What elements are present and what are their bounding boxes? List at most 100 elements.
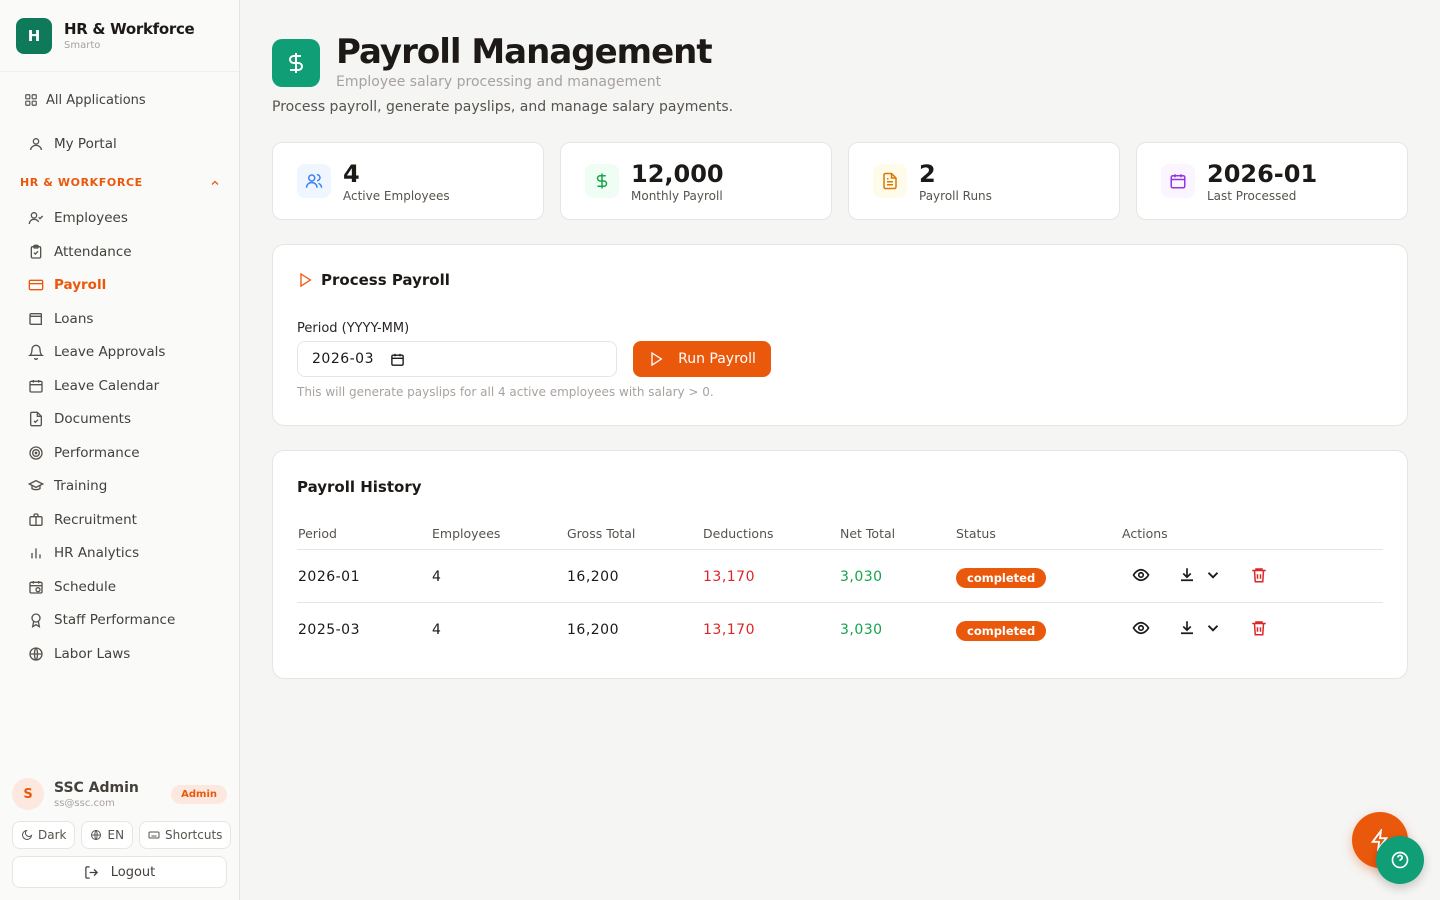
run-payroll-button[interactable]: Run Payroll xyxy=(633,341,771,377)
logout-icon xyxy=(84,865,98,879)
sidebar-item-leave-approvals[interactable]: Leave Approvals xyxy=(20,338,227,366)
globe-icon xyxy=(91,830,102,840)
dark-label: Dark xyxy=(38,828,67,842)
user-name: SSC Admin xyxy=(54,779,139,796)
sidebar-item-label: Documents xyxy=(54,411,131,427)
stat-card-active-employees: 4 Active Employees xyxy=(272,142,544,220)
sidebar-item-attendance[interactable]: Attendance xyxy=(20,238,227,266)
sidebar-item-performance[interactable]: Performance xyxy=(20,439,227,467)
stat-card-payroll-runs: 2 Payroll Runs xyxy=(848,142,1120,220)
stat-label: Active Employees xyxy=(343,188,450,203)
period-label: Period (YYYY-MM) xyxy=(297,321,410,336)
table-row: 2026-01 4 16,200 13,170 3,030 completed xyxy=(297,550,1383,603)
sidebar-item-employees[interactable]: Employees xyxy=(20,204,227,232)
download-icon[interactable] xyxy=(1178,566,1196,584)
chevron-down-icon[interactable] xyxy=(1204,566,1222,584)
sidebar-item-training[interactable]: Training xyxy=(20,472,227,500)
play-icon xyxy=(651,351,663,367)
keyboard-icon xyxy=(148,831,160,839)
language-toggle[interactable]: EN xyxy=(81,821,134,849)
process-payroll-title: Process Payroll xyxy=(297,271,450,289)
eye-icon[interactable] xyxy=(1132,619,1150,637)
sidebar-item-label: Loans xyxy=(54,311,94,327)
sidebar-item-staff-performance[interactable]: Staff Performance xyxy=(20,606,227,634)
sidebar-item-label: My Portal xyxy=(54,136,117,152)
cell-net-total: 3,030 xyxy=(840,622,883,638)
column-header-period[interactable]: Period xyxy=(298,526,337,541)
column-header-employees[interactable]: Employees xyxy=(432,526,500,541)
sidebar-item-payroll[interactable]: Payroll xyxy=(20,271,227,299)
column-header-net-total[interactable]: Net Total xyxy=(840,526,895,541)
stats-row: 4 Active Employees 12,000 Monthly Payrol… xyxy=(272,142,1408,220)
sidebar-item-schedule[interactable]: Schedule xyxy=(20,573,227,601)
stat-value: 2 xyxy=(919,159,936,188)
language-label: EN xyxy=(107,828,125,842)
page-header: Payroll Management Employee salary proce… xyxy=(272,32,713,90)
cell-gross-total: 16,200 xyxy=(567,622,619,638)
calendar-icon[interactable] xyxy=(390,352,405,367)
period-input[interactable]: 2026-03 xyxy=(297,341,617,377)
sidebar-item-hr-analytics[interactable]: HR Analytics xyxy=(20,539,227,567)
grid-icon xyxy=(25,94,37,106)
sidebar: H HR & Workforce Smarto All Applications… xyxy=(0,0,240,900)
logout-button[interactable]: Logout xyxy=(12,856,227,888)
sidebar-item-label: Training xyxy=(54,478,108,494)
moon-icon xyxy=(22,829,33,840)
download-icon[interactable] xyxy=(1178,619,1196,637)
sidebar-item-leave-calendar[interactable]: Leave Calendar xyxy=(20,372,227,400)
eye-icon[interactable] xyxy=(1132,566,1150,584)
chevron-up-icon xyxy=(211,180,219,185)
dollar-icon xyxy=(272,39,320,87)
column-header-gross-total[interactable]: Gross Total xyxy=(567,526,635,541)
sidebar-item-my-portal[interactable]: My Portal xyxy=(20,130,227,158)
sidebar-item-label: Schedule xyxy=(54,579,117,595)
user-profile[interactable]: S SSC Admin ss@ssc.com Admin xyxy=(12,776,227,812)
sidebar-item-documents[interactable]: Documents xyxy=(20,405,227,433)
help-button[interactable] xyxy=(1376,836,1424,884)
cell-period: 2026-01 xyxy=(298,569,360,585)
brand-header[interactable]: H HR & Workforce Smarto xyxy=(0,0,239,72)
status-badge: completed xyxy=(956,568,1047,588)
page-description: Process payroll, generate payslips, and … xyxy=(272,99,734,115)
stat-label: Payroll Runs xyxy=(919,188,992,203)
all-applications-link[interactable]: All Applications xyxy=(16,88,227,112)
payroll-history-card: Payroll History Period Employees Gross T… xyxy=(272,450,1408,679)
trash-icon[interactable] xyxy=(1250,566,1268,584)
payroll-history-title: Payroll History xyxy=(297,478,422,496)
sidebar-item-labor-laws[interactable]: Labor Laws xyxy=(20,640,227,668)
sidebar-item-recruitment[interactable]: Recruitment xyxy=(20,506,227,534)
main-content: Payroll Management Employee salary proce… xyxy=(240,0,1440,900)
shortcuts-button[interactable]: Shortcuts xyxy=(139,821,232,849)
sidebar-item-label: HR Analytics xyxy=(54,545,140,561)
stat-card-monthly-payroll: 12,000 Monthly Payroll xyxy=(560,142,832,220)
trash-icon[interactable] xyxy=(1250,619,1268,637)
dollar-icon xyxy=(585,164,619,198)
card-title-label: Process Payroll xyxy=(321,271,450,289)
cell-deductions: 13,170 xyxy=(703,622,755,638)
column-header-status[interactable]: Status xyxy=(956,526,996,541)
sidebar-item-label: Staff Performance xyxy=(54,612,176,628)
wallet-icon xyxy=(29,313,42,325)
target-icon xyxy=(29,446,43,460)
sidebar-item-label: Leave Calendar xyxy=(54,378,160,394)
file-check-icon xyxy=(30,411,42,427)
column-header-deductions[interactable]: Deductions xyxy=(703,526,774,541)
user-email: ss@ssc.com xyxy=(54,797,115,809)
award-icon xyxy=(31,613,41,628)
calendar-icon xyxy=(29,380,43,393)
sidebar-item-label: Attendance xyxy=(54,244,132,260)
process-payroll-card: Process Payroll Period (YYYY-MM) 2026-03… xyxy=(272,244,1408,426)
table-header: Period Employees Gross Total Deductions … xyxy=(297,519,1383,550)
clipboard-check-icon xyxy=(30,244,42,259)
sidebar-item-label: Performance xyxy=(54,445,140,461)
dark-mode-toggle[interactable]: Dark xyxy=(12,821,76,849)
all-applications-label: All Applications xyxy=(46,92,146,108)
column-header-actions: Actions xyxy=(1122,526,1168,541)
cell-net-total: 3,030 xyxy=(840,569,883,585)
sidebar-item-loans[interactable]: Loans xyxy=(20,305,227,333)
chevron-down-icon[interactable] xyxy=(1204,619,1222,637)
stat-card-last-processed: 2026-01 Last Processed xyxy=(1136,142,1408,220)
status-badge: completed xyxy=(956,621,1047,641)
stat-value: 2026-01 xyxy=(1207,159,1318,188)
section-hr-workforce[interactable]: HR & WORKFORCE xyxy=(20,176,221,189)
